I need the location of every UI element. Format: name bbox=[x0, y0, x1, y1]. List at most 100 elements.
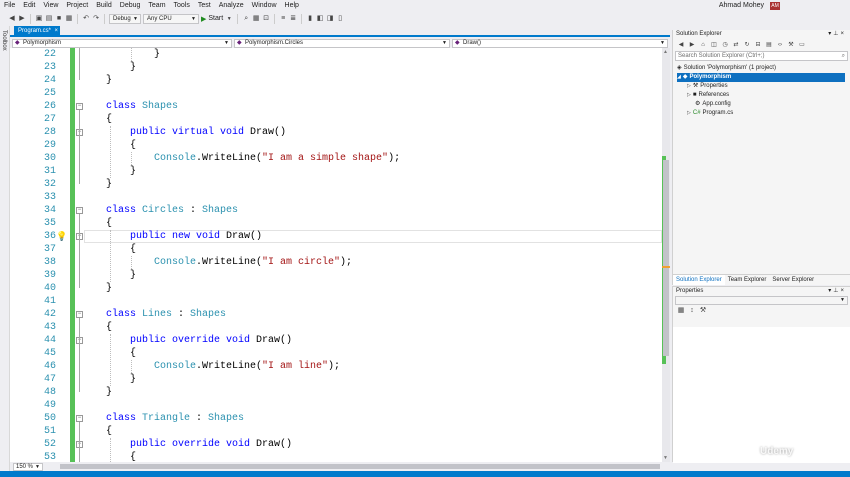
collapse-all-icon[interactable]: ⊟ bbox=[754, 41, 762, 49]
code-line[interactable]: 31 } bbox=[10, 165, 662, 178]
code-line[interactable]: 29 { bbox=[10, 139, 662, 152]
view-code-icon[interactable]: ‹› bbox=[776, 41, 784, 49]
tab-team-explorer[interactable]: Team Explorer bbox=[725, 275, 770, 285]
open-folder-icon[interactable]: ▤ bbox=[45, 15, 53, 23]
code-line[interactable]: 24} bbox=[10, 74, 662, 87]
properties-wrench-icon[interactable]: ⚒ bbox=[787, 41, 795, 49]
code-line[interactable]: 53 { bbox=[10, 451, 662, 462]
code-line[interactable]: 47 } bbox=[10, 373, 662, 386]
toolbox-strip[interactable]: Toolbox bbox=[0, 26, 10, 477]
step-icon[interactable]: ⊡ bbox=[262, 15, 270, 23]
code-line[interactable]: 44 public override void Draw() bbox=[10, 334, 662, 347]
code-line[interactable]: 39 } bbox=[10, 269, 662, 282]
tree-node-references[interactable]: ▷ ■ References bbox=[687, 91, 729, 100]
save-icon[interactable]: ■ bbox=[55, 15, 63, 23]
redo-icon[interactable]: ↷ bbox=[92, 15, 100, 23]
collapse-toggle-icon[interactable]: − bbox=[76, 103, 83, 110]
collapse-toggle-icon[interactable]: − bbox=[76, 207, 83, 214]
scroll-up-icon[interactable]: ▲ bbox=[663, 49, 668, 55]
preview-icon[interactable]: ▭ bbox=[798, 41, 806, 49]
code-line[interactable]: 36 public new void Draw() bbox=[10, 230, 662, 243]
categorized-icon[interactable]: ▦ bbox=[677, 307, 685, 315]
collapse-toggle-icon[interactable]: − bbox=[76, 311, 83, 318]
scroll-thumb[interactable] bbox=[663, 160, 669, 356]
uncomment-icon[interactable]: ≣ bbox=[289, 15, 297, 23]
solution-configuration-select[interactable]: Debug ▼ bbox=[109, 13, 141, 24]
scroll-down-icon[interactable]: ▼ bbox=[663, 455, 668, 461]
code-line[interactable]: 48} bbox=[10, 386, 662, 399]
tree-node-app-config[interactable]: ⚙ App.config bbox=[695, 100, 731, 109]
solution-explorer-search[interactable]: Search Solution Explorer (Ctrl+;) ⌕ bbox=[675, 51, 848, 61]
code-line[interactable]: 45 { bbox=[10, 347, 662, 360]
undo-icon[interactable]: ↶ bbox=[82, 15, 90, 23]
alphabetical-icon[interactable]: ↕ bbox=[688, 307, 696, 315]
code-line[interactable]: 30 Console.WriteLine("I am a simple shap… bbox=[10, 152, 662, 165]
tree-node-solution[interactable]: ◈ Solution 'Polymorphism' (1 project) bbox=[677, 64, 776, 73]
forward-icon[interactable]: ▶ bbox=[18, 15, 26, 23]
pending-changes-icon[interactable]: ◷ bbox=[721, 41, 729, 49]
code-line[interactable]: 51 { bbox=[10, 425, 662, 438]
close-icon[interactable]: × bbox=[54, 26, 58, 37]
menu-analyze[interactable]: Analyze bbox=[215, 0, 248, 11]
menu-test[interactable]: Test bbox=[194, 0, 215, 11]
code-line[interactable]: 42 class Lines : Shapes bbox=[10, 308, 662, 321]
grid-icon[interactable]: ▦ bbox=[252, 15, 260, 23]
forward-icon[interactable]: ▶ bbox=[688, 41, 696, 49]
switch-views-icon[interactable]: ◫ bbox=[710, 41, 718, 49]
next-bookmark-icon[interactable]: ◨ bbox=[326, 15, 334, 23]
code-line[interactable]: 43 { bbox=[10, 321, 662, 334]
code-line[interactable]: 35 { bbox=[10, 217, 662, 230]
zoom-select[interactable]: 150 % ▼ bbox=[13, 463, 43, 471]
code-line[interactable]: 33 bbox=[10, 191, 662, 204]
properties-grid[interactable] bbox=[673, 327, 850, 463]
menu-edit[interactable]: Edit bbox=[19, 0, 39, 11]
code-line[interactable]: 34 class Circles : Shapes bbox=[10, 204, 662, 217]
home-icon[interactable]: ⌂ bbox=[699, 41, 707, 49]
close-icon[interactable]: × bbox=[840, 31, 846, 37]
code-line[interactable]: 25 bbox=[10, 87, 662, 100]
prev-bookmark-icon[interactable]: ◧ bbox=[316, 15, 324, 23]
tree-node-project[interactable]: ◢ ◆ Polymorphism bbox=[677, 73, 845, 82]
menu-tools[interactable]: Tools bbox=[170, 0, 194, 11]
code-line[interactable]: 22 } bbox=[10, 48, 662, 61]
code-line[interactable]: 27 { bbox=[10, 113, 662, 126]
account-name[interactable]: Ahmad Mohey bbox=[719, 0, 764, 11]
sync-icon[interactable]: ⇄ bbox=[732, 41, 740, 49]
tree-node-program-cs[interactable]: ▷ C# Program.cs bbox=[687, 109, 733, 118]
code-editor[interactable]: 💡 22 } 23 } 24} 25 26 class Shapes 27{28 public… bbox=[10, 48, 662, 462]
tab-server-explorer[interactable]: Server Explorer bbox=[769, 275, 817, 285]
code-line[interactable]: 23 } bbox=[10, 61, 662, 74]
tab-solution-explorer[interactable]: Solution Explorer bbox=[673, 275, 725, 285]
solution-platform-select[interactable]: Any CPU ▼ bbox=[143, 13, 199, 24]
clear-bookmarks-icon[interactable]: ▯ bbox=[336, 15, 344, 23]
new-project-icon[interactable]: ▣ bbox=[35, 15, 43, 23]
start-button[interactable]: ▶ Start ▼ bbox=[201, 15, 233, 23]
code-line[interactable]: 49 bbox=[10, 399, 662, 412]
code-line[interactable]: 41 bbox=[10, 295, 662, 308]
menu-debug[interactable]: Debug bbox=[116, 0, 145, 11]
menu-project[interactable]: Project bbox=[62, 0, 92, 11]
refresh-icon[interactable]: ↻ bbox=[743, 41, 751, 49]
menu-help[interactable]: Help bbox=[281, 0, 303, 11]
menu-file[interactable]: File bbox=[0, 0, 19, 11]
code-line[interactable]: 40} bbox=[10, 282, 662, 295]
menu-build[interactable]: Build bbox=[92, 0, 116, 11]
code-line[interactable]: 26 class Shapes bbox=[10, 100, 662, 113]
project-dropdown[interactable]: ◆ Polymorphism ▼ bbox=[12, 39, 232, 48]
horizontal-scroll-thumb[interactable] bbox=[60, 464, 660, 469]
show-all-files-icon[interactable]: ▤ bbox=[765, 41, 773, 49]
collapse-toggle-icon[interactable]: − bbox=[76, 415, 83, 422]
code-line[interactable]: 52 public override void Draw() bbox=[10, 438, 662, 451]
save-all-icon[interactable]: ▦ bbox=[65, 15, 73, 23]
type-dropdown[interactable]: ◆ Polymorphism.Circles ▼ bbox=[234, 39, 450, 48]
tree-node-properties[interactable]: ▷ ⚒ Properties bbox=[687, 82, 728, 91]
close-icon[interactable]: × bbox=[840, 288, 846, 294]
menu-team[interactable]: Team bbox=[144, 0, 169, 11]
menu-view[interactable]: View bbox=[39, 0, 62, 11]
avatar[interactable]: AM bbox=[770, 2, 780, 10]
properties-object-select[interactable]: ▼ bbox=[675, 296, 848, 305]
bookmark-icon[interactable]: ▮ bbox=[306, 15, 314, 23]
code-line[interactable]: 50 class Triangle : Shapes bbox=[10, 412, 662, 425]
find-in-files-icon[interactable]: ⌕ bbox=[242, 15, 250, 23]
code-line[interactable]: 46 Console.WriteLine("I am line"); bbox=[10, 360, 662, 373]
